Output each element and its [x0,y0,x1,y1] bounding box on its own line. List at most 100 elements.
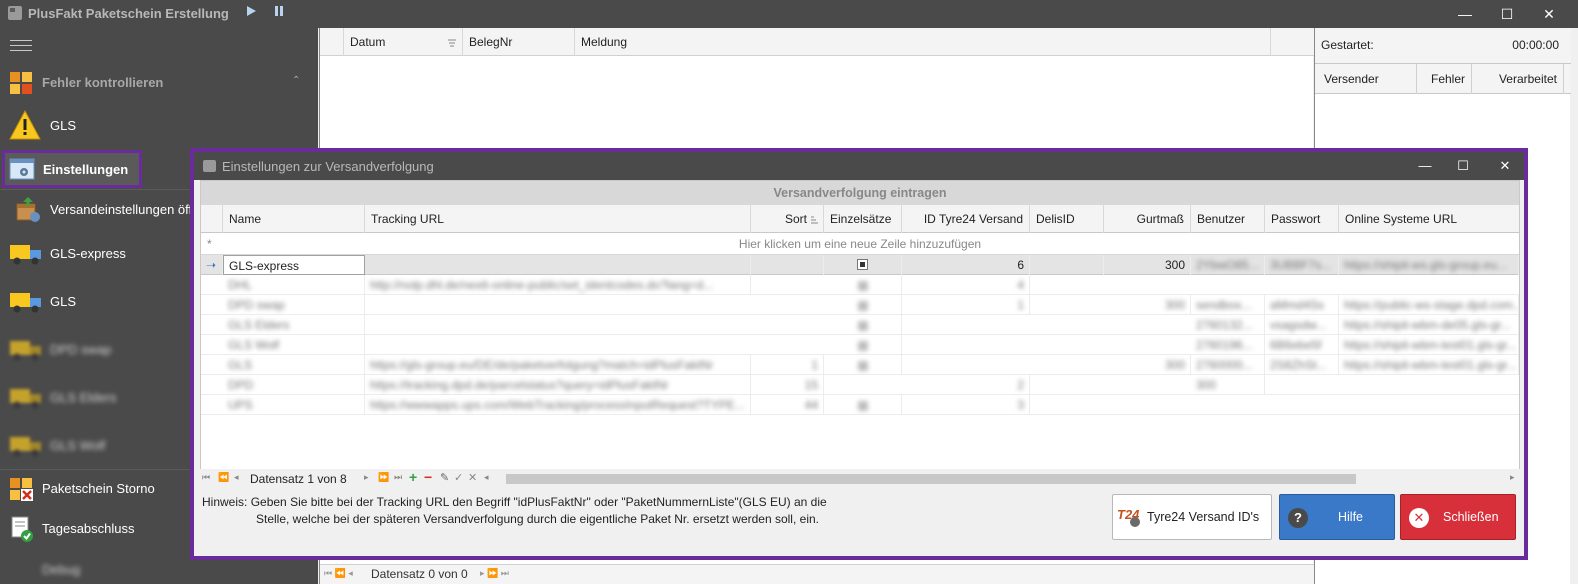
column-online-url[interactable]: Online Systeme URL [1339,205,1519,233]
name-cell[interactable]: DHL [223,275,365,295]
table-row[interactable]: DPD https://tracking.dpd.de/parcelstatus… [201,375,1519,395]
edit-record-icon[interactable]: ✎ [440,471,449,484]
checkbox[interactable] [857,259,868,270]
column-verarbeitet[interactable]: Verarbeitet [1472,64,1564,94]
horizontal-scrollbar[interactable] [498,472,1512,486]
benutzer-cell[interactable]: 2760000... [1191,355,1265,375]
sort-cell[interactable]: 1 [751,355,824,375]
benutzer-cell[interactable]: 2YbwO85... [1191,255,1265,275]
delete-record-icon[interactable]: − [424,469,432,485]
gurt-cell[interactable]: 300 [1104,295,1191,315]
table-row[interactable]: GLS Elders 2760132... vsagsdw... https:/… [201,315,1519,335]
save-record-icon[interactable]: ✓ [454,471,463,484]
gurt-cell[interactable]: 300 [1104,355,1191,375]
table-row[interactable]: UPS https://wwwapps.ups.com/WebTracking/… [201,395,1519,415]
scroll-left-icon[interactable]: ◂ [484,472,489,483]
column-einzelsaetze[interactable]: Einzelsätze [824,205,902,233]
table-row[interactable]: GLS https://gls-group.eu/DE/de/paketverf… [201,355,1519,375]
column-passwort[interactable]: Passwort [1265,205,1339,233]
name-cell[interactable]: GLS [223,355,365,375]
sidebar-item-einstellungen[interactable]: Einstellungen [2,150,142,188]
table-row[interactable]: DHL http://nolp.dhl.de/nextt-online-publ… [201,275,1519,295]
table-row[interactable]: GLS Wolf 2760196... 6B6ebe5f https://shi… [201,335,1519,355]
einzel-cell[interactable] [824,255,902,275]
play-icon[interactable] [242,5,260,23]
nav-next-icon[interactable]: ▸ [364,472,369,483]
sort-cell[interactable]: 44 [751,395,824,415]
nav-first-icon[interactable]: ⏮ ⏪ ◂ [324,568,353,579]
benutzer-cell[interactable]: 2760132... [1191,315,1265,335]
scrollbar-thumb[interactable] [506,474,1356,484]
url-cell[interactable]: https://gls-group.eu/DE/de/paketverfolgu… [365,355,751,375]
benutzer-cell[interactable]: 2760196... [1191,335,1265,355]
url-cell[interactable]: https://wwwapps.ups.com/WebTracking/proc… [365,395,751,415]
sidebar-item-gls-error[interactable]: GLS [0,106,318,146]
name-cell[interactable]: DPD swap [223,295,365,315]
name-cell[interactable]: DPD [223,375,365,395]
online-url-cell[interactable]: https://shipit-ws.gls-group.eu... [1339,255,1519,275]
column-datum[interactable]: Datum [344,28,463,56]
einzel-cell[interactable] [824,355,902,375]
online-url-cell[interactable]: https://public-ws-stage.dpd.com... [1339,295,1519,315]
delis-cell[interactable] [1030,255,1104,275]
nav-first-icon[interactable]: ⏮ [202,472,210,483]
column-gurtmass[interactable]: Gurtmaß [1104,205,1191,233]
dialog-close-button[interactable]: ✕ [1492,156,1518,176]
einzel-cell[interactable] [824,295,902,315]
passwort-cell[interactable]: 6B6ebe5f [1265,335,1339,355]
column-delisid[interactable]: DelisID [1030,205,1104,233]
nav-prev-page-icon[interactable]: ⏪ [218,472,229,483]
column-tracking-url[interactable]: Tracking URL [365,205,751,233]
einzel-cell[interactable] [824,275,902,295]
passwort-cell[interactable]: aMmd4Ss [1265,295,1339,315]
pause-icon[interactable] [270,5,288,23]
help-button[interactable]: ? Hilfe [1279,494,1395,540]
sidebar-group-header[interactable]: Fehler kontrollieren ⌃ [0,66,318,100]
column-versender[interactable]: Versender [1318,64,1417,94]
einzel-cell[interactable] [824,315,902,335]
minimize-button[interactable]: — [1450,4,1480,24]
column-id-tyre24[interactable]: ID Tyre24 Versand [902,205,1030,233]
tyre-cell[interactable]: 2 [902,375,1030,395]
nav-next-page-icon[interactable]: ⏩ [378,472,389,483]
column-meldung[interactable]: Meldung [575,28,1271,56]
name-cell[interactable]: UPS [223,395,365,415]
sort-cell[interactable] [751,255,824,275]
passwort-cell[interactable]: 3UBBF7s... [1265,255,1339,275]
einzel-cell[interactable] [824,335,902,355]
tyre-cell[interactable]: 4 [902,275,1030,295]
tyre-cell[interactable]: 3 [902,395,1030,415]
online-url-cell[interactable]: https://shipit-wbm-test01.gls-gr... [1339,355,1519,375]
tyre-cell[interactable]: 1 [902,295,1030,315]
close-dialog-button[interactable]: ✕ Schließen [1400,494,1516,540]
column-name[interactable]: Name [223,205,365,233]
online-url-cell[interactable]: https://shipit-wbm-de05.gls-gr... [1339,315,1519,335]
sort-ascending-icon[interactable] [810,214,819,228]
passwort-cell[interactable]: vsagsdw... [1265,315,1339,335]
nav-prev-icon[interactable]: ◂ [234,472,239,483]
nav-last-icon[interactable]: ⏭ [394,472,402,483]
nav-next-icon[interactable]: ▸ ⏩ ⏭ [480,568,509,579]
url-cell[interactable]: http://nolp.dhl.de/nextt-online-public/s… [365,275,751,295]
dialog-maximize-button[interactable]: ☐ [1450,156,1476,176]
gurt-cell[interactable]: 300 [1104,255,1191,275]
maximize-button[interactable]: ☐ [1492,4,1522,24]
table-row[interactable]: DPD swap 1 300 sendbox... aMmd4Ss https:… [201,295,1519,315]
benutzer-cell[interactable]: 300 [1191,375,1265,395]
chevron-up-icon[interactable]: ⌃ [292,75,300,86]
name-cell[interactable]: GLS-express [223,255,365,275]
passwort-cell[interactable]: 2S8ZhSt... [1265,355,1339,375]
name-cell[interactable]: GLS Wolf [223,335,365,355]
column-benutzer[interactable]: Benutzer [1191,205,1265,233]
column-fehler[interactable]: Fehler [1417,64,1472,94]
cancel-edit-icon[interactable]: ✕ [468,471,477,484]
tyre24-ids-button[interactable]: T24 Tyre24 Versand ID's [1112,494,1272,540]
hamburger-menu-icon[interactable] [10,40,32,55]
sort-cell[interactable]: 15 [751,375,824,395]
add-record-icon[interactable]: + [409,469,417,485]
column-belegnr[interactable]: BelegNr [463,28,575,56]
online-url-cell[interactable]: https://shipit-wbm-test01.gls-gr... [1339,335,1519,355]
close-button[interactable]: ✕ [1534,4,1564,24]
einzel-cell[interactable] [824,395,902,415]
scroll-right-icon[interactable]: ▸ [1510,472,1515,483]
